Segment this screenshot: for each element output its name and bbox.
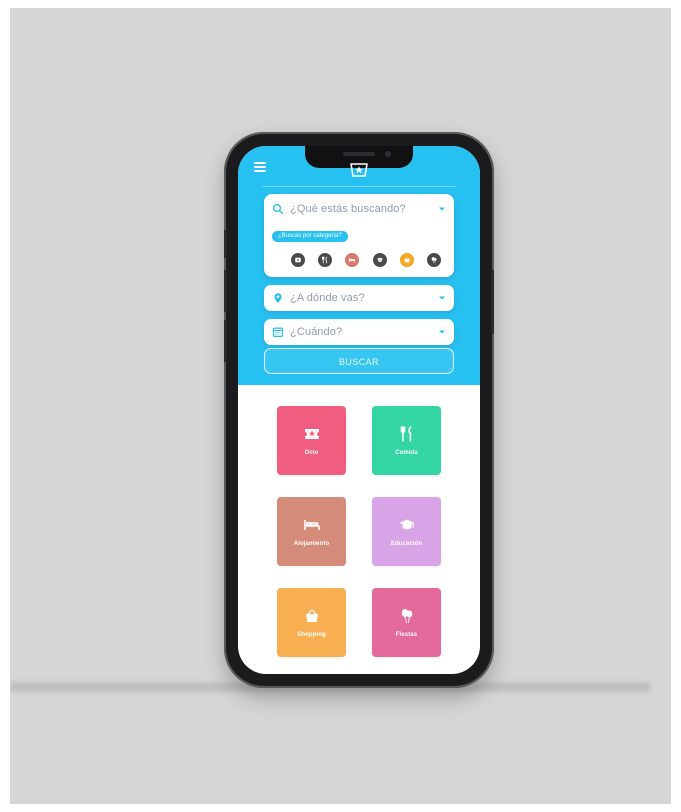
- category-tile-shopping[interactable]: Shopping: [277, 588, 346, 657]
- bed-icon: [304, 520, 320, 530]
- when-input-row[interactable]: ¿Cuándo?: [272, 323, 446, 341]
- phone-right-button: [491, 270, 494, 334]
- accommodation-category-icon[interactable]: [345, 253, 360, 267]
- search-header: ¿Qué estás buscando? ¿Buscas por categor…: [238, 146, 480, 385]
- balloons-icon: [401, 609, 413, 624]
- notch-camera: [385, 151, 391, 157]
- where-input-box[interactable]: ¿A dónde vas?: [264, 285, 454, 311]
- category-label-ocio: Ocio: [304, 450, 319, 456]
- search-icon: [272, 203, 284, 215]
- notch-speaker: [343, 152, 375, 156]
- dropdown-caret-icon[interactable]: [438, 294, 446, 302]
- category-label-shopping: Shopping: [297, 632, 326, 638]
- dropdown-caret-icon[interactable]: [438, 205, 446, 213]
- phone-left-button-2: [224, 270, 227, 312]
- shopping-basket-icon: [306, 609, 318, 622]
- location-pin-icon: [274, 293, 282, 303]
- food-category-icon[interactable]: [318, 253, 333, 267]
- category-tile-comida[interactable]: Comida: [372, 406, 441, 475]
- shopping-category-icon[interactable]: [399, 253, 414, 267]
- where-placeholder: ¿A dónde vas?: [290, 292, 365, 304]
- category-tile-fiestas[interactable]: Fiestas: [372, 588, 441, 657]
- star-ticket-icon: [350, 163, 368, 177]
- fork-knife-icon: [400, 426, 412, 442]
- parties-category-icon[interactable]: [426, 253, 441, 267]
- category-tile-alojamiento[interactable]: Alojamiento: [277, 497, 346, 566]
- category-label-alojamiento: Alojamiento: [293, 541, 330, 547]
- category-label-comida: Comida: [395, 450, 418, 456]
- phone-left-button-3: [224, 320, 227, 362]
- phone-left-button-1: [224, 230, 227, 258]
- leisure-category-icon[interactable]: [291, 253, 305, 267]
- calendar-icon: [272, 327, 284, 337]
- category-icon-row: [291, 252, 441, 268]
- category-label-educacion: Educación: [390, 541, 423, 547]
- graduation-cap-icon: [399, 519, 415, 530]
- ticket-star-icon: [305, 429, 319, 439]
- hamburger-menu-icon[interactable]: [254, 162, 266, 172]
- phone-mockup: ¿Qué estás buscando? ¿Buscas por categor…: [224, 132, 494, 688]
- what-search-row[interactable]: ¿Qué estás buscando?: [272, 200, 446, 218]
- category-grid: Ocio Comida Alojamiento Educación Shoppi…: [277, 406, 441, 662]
- mockup-background: ¿Qué estás buscando? ¿Buscas por categor…: [10, 8, 671, 804]
- category-tile-ocio[interactable]: Ocio: [277, 406, 346, 475]
- dropdown-caret-icon[interactable]: [438, 328, 446, 336]
- category-search-pill[interactable]: ¿Buscas por categoría?: [272, 231, 348, 242]
- app-screen: ¿Qué estás buscando? ¿Buscas por categor…: [238, 146, 480, 674]
- header-divider: [262, 186, 456, 187]
- where-input-row[interactable]: ¿A dónde vas?: [272, 289, 446, 307]
- when-input-box[interactable]: ¿Cuándo?: [264, 319, 454, 345]
- what-search-placeholder: ¿Qué estás buscando?: [290, 203, 406, 215]
- category-tile-educacion[interactable]: Educación: [372, 497, 441, 566]
- category-label-fiestas: Fiestas: [395, 632, 418, 638]
- search-button[interactable]: BUSCAR: [264, 348, 454, 374]
- education-category-icon[interactable]: [372, 253, 387, 267]
- search-card[interactable]: ¿Qué estás buscando? ¿Buscas por categor…: [264, 194, 454, 277]
- when-placeholder: ¿Cuándo?: [290, 326, 343, 338]
